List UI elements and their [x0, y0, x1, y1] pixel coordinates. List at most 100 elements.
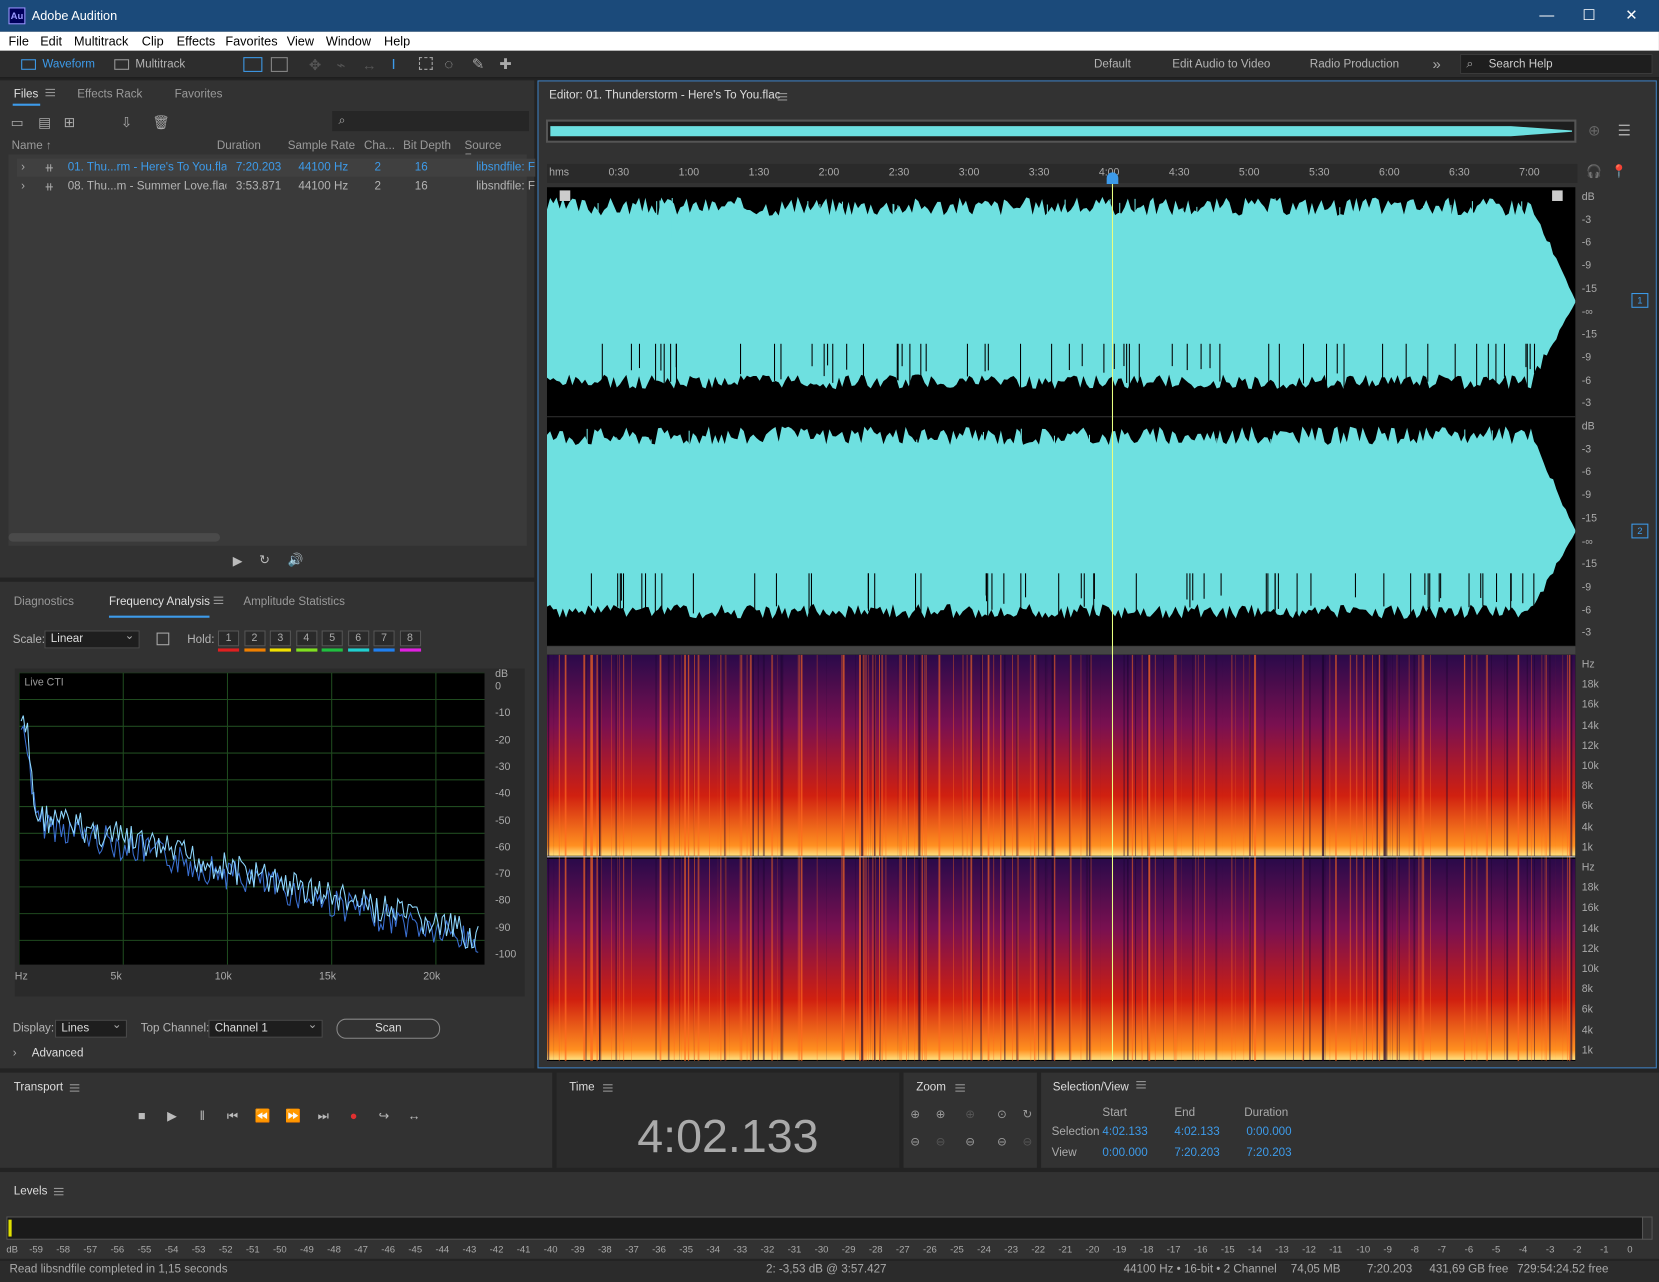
advanced-chevron-icon[interactable]: › [13, 1047, 17, 1060]
view-start-value[interactable]: 0:00.000 [1102, 1147, 1147, 1160]
maximize-button[interactable]: ☐ [1579, 6, 1600, 24]
fast-forward-icon[interactable]: ⏩ [285, 1109, 302, 1124]
delete-file-icon[interactable]: 🗑 [152, 114, 169, 131]
stop-icon[interactable]: ■ [133, 1109, 150, 1124]
tab-diagnostics[interactable]: Diagnostics [14, 596, 74, 609]
channel-2-toggle[interactable]: 2 [1631, 523, 1649, 539]
time-ruler[interactable]: hms0:301:001:302:002:303:003:304:004:305… [546, 163, 1578, 183]
headphones-icon[interactable]: 🎧 [1586, 164, 1602, 179]
hold-button-4[interactable]: 4 [295, 630, 317, 647]
multitrack-view-button[interactable]: Multitrack [114, 55, 185, 74]
play-icon[interactable]: ▶ [164, 1109, 181, 1124]
new-file-icon[interactable]: ⊞ [63, 114, 75, 131]
record-icon[interactable]: ● [345, 1109, 362, 1124]
menu-edit[interactable]: Edit [40, 34, 62, 49]
files-horizontal-scrollbar[interactable] [8, 533, 221, 542]
playhead[interactable] [1112, 172, 1114, 1061]
zoom-in-time-icon[interactable]: ⊕ [931, 1108, 950, 1122]
minimize-button[interactable]: — [1536, 6, 1557, 23]
hold-button-1[interactable]: 1 [217, 630, 240, 647]
brush-tool-icon[interactable]: ✎ [472, 55, 484, 73]
zoom-out-full-icon[interactable]: ⊖ [961, 1135, 980, 1149]
tab-files[interactable]: Files [14, 88, 39, 101]
search-help-box[interactable]: ⌕ Search Help [1460, 53, 1653, 75]
waveform-view-button[interactable]: Waveform [21, 55, 95, 74]
skip-selection-icon[interactable]: ↔ [406, 1109, 423, 1124]
import-file-icon[interactable]: ▤ [38, 114, 51, 131]
view-duration-value[interactable]: 7:20.203 [1246, 1147, 1291, 1160]
zoom-out-point-icon[interactable]: ⊖ [1018, 1135, 1037, 1149]
tab-favorites[interactable]: Favorites [175, 88, 223, 101]
play-file-icon[interactable]: ▶ [233, 553, 243, 568]
workspace-0[interactable]: Default [1094, 55, 1131, 74]
top-channel-dropdown[interactable]: Channel 1 [208, 1018, 323, 1038]
menu-view[interactable]: View [287, 34, 314, 49]
menu-file[interactable]: File [8, 34, 28, 49]
fade-in-handle[interactable] [559, 190, 571, 201]
go-to-start-icon[interactable]: ⏮ [224, 1109, 241, 1125]
go-to-end-icon[interactable]: ⏭ [315, 1109, 332, 1125]
razor-tool-icon[interactable]: ⌁ [336, 56, 345, 74]
insert-into-multitrack-icon[interactable]: ⇩ [121, 114, 133, 131]
levels-menu-icon[interactable] [53, 1185, 64, 1198]
pitch-display-icon[interactable] [270, 57, 288, 72]
menu-multitrack[interactable]: Multitrack [74, 34, 128, 49]
hold-button-8[interactable]: 8 [399, 630, 421, 647]
column-header-3[interactable]: Cha... [364, 140, 395, 153]
menu-favorites[interactable]: Favorites [225, 34, 277, 49]
tab-frequency-analysis[interactable]: Frequency Analysis [109, 596, 210, 609]
autoplay-icon[interactable]: 🔊 [288, 552, 304, 567]
loop-file-icon[interactable]: ↻ [259, 552, 270, 567]
zoom-in-point-icon[interactable]: ⊕ [961, 1108, 980, 1122]
expand-chevron-icon[interactable]: › [21, 161, 25, 174]
time-selection-tool-icon[interactable]: I [391, 55, 395, 72]
healing-tool-icon[interactable]: ✚ [499, 55, 511, 73]
advanced-toggle[interactable]: Advanced [32, 1047, 84, 1060]
open-file-icon[interactable]: ▭ [11, 114, 24, 131]
close-button[interactable]: ✕ [1621, 6, 1642, 24]
loop-icon[interactable]: ↪ [375, 1109, 392, 1124]
tab-effects-rack[interactable]: Effects Rack [77, 88, 142, 101]
spectral-display-icon[interactable] [243, 57, 263, 72]
selection-start-value[interactable]: 4:02.133 [1102, 1125, 1147, 1138]
workspace-2[interactable]: Radio Production [1310, 55, 1399, 74]
tab-amplitude-statistics[interactable]: Amplitude Statistics [243, 596, 345, 609]
waveform-display[interactable] [546, 187, 1576, 647]
time-menu-icon[interactable] [603, 1081, 613, 1094]
slip-tool-icon[interactable]: ↔ [362, 56, 377, 73]
scan-button[interactable]: Scan [336, 1018, 441, 1039]
zoom-reset-icon[interactable]: ↻ [1018, 1108, 1037, 1122]
selection-end-value[interactable]: 4:02.133 [1174, 1125, 1219, 1138]
menu-effects[interactable]: Effects [177, 34, 216, 49]
more-workspaces-icon[interactable]: » [1433, 55, 1441, 72]
spectral-display[interactable] [546, 654, 1576, 1061]
zoom-out-in-icon[interactable]: ⊖ [992, 1135, 1011, 1149]
rewind-icon[interactable]: ⏪ [254, 1109, 271, 1124]
files-search-input[interactable]: ⌕ [332, 111, 529, 132]
selection-duration-value[interactable]: 0:00.000 [1246, 1125, 1291, 1138]
column-header-4[interactable]: Bit Depth [403, 140, 451, 153]
pause-icon[interactable]: ‖ [194, 1109, 211, 1124]
hold-button-2[interactable]: 2 [243, 630, 266, 647]
lasso-tool-icon[interactable]: ◌ [444, 55, 453, 72]
move-tool-icon[interactable]: ✥ [309, 56, 321, 74]
hold-copy-icon[interactable] [156, 632, 170, 646]
view-end-value[interactable]: 7:20.203 [1174, 1147, 1219, 1160]
hold-button-6[interactable]: 6 [347, 630, 369, 647]
zoom-out-time-icon[interactable]: ⊖ [931, 1135, 950, 1149]
zoom-in-amplitude-icon[interactable]: ⊕ [906, 1108, 925, 1122]
editor-menu-icon[interactable] [777, 90, 788, 103]
expand-chevron-icon[interactable]: › [21, 180, 25, 193]
channel-1-toggle[interactable]: 1 [1631, 293, 1649, 308]
zoom-lock-icon[interactable]: ⊕ [1588, 122, 1600, 140]
marquee-tool-icon[interactable] [418, 57, 433, 70]
marker-pin-icon[interactable]: 📍 [1611, 164, 1627, 179]
display-dropdown[interactable]: Lines [55, 1018, 127, 1038]
spectral-divider[interactable] [546, 646, 1576, 655]
panel-options-icon[interactable]: ☰ [1618, 122, 1631, 140]
zoom-out-amplitude-icon[interactable]: ⊖ [906, 1135, 925, 1149]
clip-indicator[interactable] [1642, 1216, 1653, 1240]
column-header-0[interactable]: Name ↑ [12, 140, 52, 153]
hold-button-3[interactable]: 3 [269, 630, 291, 647]
menu-clip[interactable]: Clip [142, 34, 164, 49]
